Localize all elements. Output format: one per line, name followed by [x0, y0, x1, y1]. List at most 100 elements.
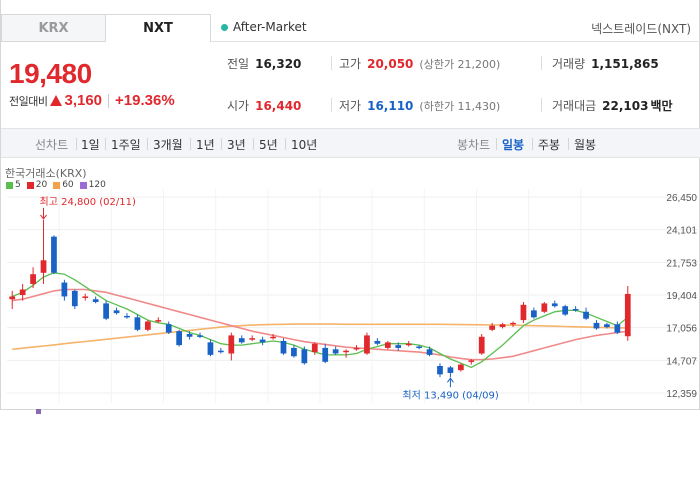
- candle: [332, 346, 339, 355]
- monthly-candle-button[interactable]: 월봉: [574, 136, 596, 153]
- stat-amount: 거래대금 22,103 백만: [552, 97, 673, 114]
- candle-body: [447, 367, 454, 373]
- candle-body: [562, 306, 569, 315]
- candle-body: [384, 342, 391, 348]
- candle-chart-label: 봉차트: [457, 138, 491, 152]
- period-3y-button[interactable]: 3년: [227, 136, 246, 153]
- divider: [496, 138, 497, 150]
- stat-value: 1,151,865: [591, 57, 659, 71]
- y-tick-label: 12,359: [666, 389, 697, 400]
- provider-label: 넥스트레이드(NXT): [591, 22, 691, 36]
- lower-limit-value: (하한가 11,430): [419, 100, 501, 113]
- candle-body: [124, 315, 130, 318]
- candle-body: [61, 282, 68, 297]
- candle-body: [416, 346, 422, 349]
- divider: [76, 138, 77, 150]
- candle: [113, 307, 120, 315]
- stat-value: 20,050: [367, 57, 414, 71]
- candle: [61, 279, 68, 301]
- period-1d-button[interactable]: 1일: [81, 136, 100, 153]
- period-1w-button[interactable]: 1주일: [111, 136, 141, 153]
- annotations: 최고 24,800 (02/11) 최저 13,490 (04/09): [40, 196, 499, 401]
- y-tick-label: 24,101: [666, 226, 697, 237]
- candle-body: [82, 296, 89, 298]
- candle-body: [155, 320, 162, 322]
- candle: [71, 289, 78, 309]
- candle-body: [468, 360, 475, 362]
- tab-nxt[interactable]: NXT: [106, 14, 211, 42]
- candle: [249, 335, 256, 341]
- candle-body: [604, 324, 610, 328]
- candle: [207, 339, 214, 357]
- stat-value: 22,103: [602, 99, 649, 113]
- price-change: 전일대비 3,160 +19.36%: [9, 92, 175, 109]
- daily-candle-button[interactable]: 일봉: [502, 136, 524, 153]
- stat-high: 고가 20,050 (상한가 21,200): [339, 55, 500, 72]
- period-3m-button[interactable]: 3개월: [153, 136, 183, 153]
- candle-body: [176, 331, 183, 346]
- candle: [30, 267, 36, 289]
- chart-toolbar: 선차트 1일 1주일 3개월 1년 3년 5년 10년 봉차트 일봉 주봉 월봉: [1, 128, 700, 158]
- candle-body: [134, 317, 141, 330]
- period-5y-button[interactable]: 5년: [259, 136, 278, 153]
- candle: [144, 320, 151, 332]
- candle: [322, 343, 329, 364]
- y-tick-label: 19,404: [666, 291, 697, 302]
- candle-body: [531, 310, 537, 318]
- market-tabs: KRX NXT: [1, 14, 211, 42]
- candle: [291, 345, 297, 358]
- y-tick-label: 21,753: [666, 258, 697, 269]
- candle: [541, 302, 548, 314]
- stat-prev-close: 전일 16,320: [227, 55, 301, 72]
- line-chart-label: 선차트: [35, 138, 69, 152]
- exchange-label: 한국거래소(KRX): [5, 167, 87, 180]
- candle-body: [437, 366, 443, 375]
- candle-body: [186, 334, 193, 337]
- candle-body: [541, 303, 548, 312]
- candle: [593, 320, 600, 330]
- divider: [105, 138, 106, 150]
- weekly-candle-button[interactable]: 주봉: [538, 136, 560, 153]
- candle-body: [551, 303, 558, 307]
- stat-unit: 백만: [650, 99, 673, 113]
- stat-label: 거래대금: [552, 99, 597, 113]
- candle: [520, 302, 527, 323]
- candle: [51, 235, 57, 275]
- candle-body: [301, 349, 308, 364]
- candle: [478, 334, 485, 355]
- candle-body: [311, 343, 318, 353]
- stat-volume: 거래량 1,151,865: [552, 55, 659, 72]
- candle: [531, 307, 537, 319]
- candle-body: [207, 342, 214, 355]
- candle-body: [489, 325, 496, 330]
- divider: [108, 93, 110, 108]
- candle-body: [270, 336, 276, 339]
- divider: [147, 138, 148, 150]
- candle: [176, 329, 183, 347]
- status-dot-icon: [221, 23, 228, 31]
- divider: [285, 138, 286, 150]
- candle: [165, 321, 172, 335]
- candle-body: [374, 340, 381, 344]
- candle: [280, 338, 287, 355]
- period-10y-button[interactable]: 10년: [291, 136, 317, 153]
- stock-panel: KRX NXT After-Market 넥스트레이드(NXT) 19,480 …: [0, 0, 700, 410]
- period-1y-button[interactable]: 1년: [196, 136, 215, 153]
- candle: [437, 363, 443, 378]
- candle: [134, 314, 141, 332]
- candle: [583, 307, 589, 321]
- candlestick-chart[interactable]: 26,450 24,101 21,753 19,404 17,056 14,707 12,3…: [1, 185, 700, 407]
- candle: [197, 332, 203, 339]
- divider: [221, 138, 222, 150]
- candle-body: [478, 336, 485, 354]
- stat-label: 저가: [339, 99, 362, 113]
- candle: [405, 340, 412, 347]
- candle-body: [593, 322, 600, 329]
- y-axis: 26,450 24,101 21,753 19,404 17,056 14,707 12,3…: [666, 193, 697, 400]
- candle-body: [322, 347, 329, 362]
- tab-krx[interactable]: KRX: [1, 14, 106, 42]
- candle: [624, 286, 631, 341]
- candle-body: [9, 296, 16, 300]
- candle: [103, 300, 109, 321]
- chart-grid: [7, 189, 700, 403]
